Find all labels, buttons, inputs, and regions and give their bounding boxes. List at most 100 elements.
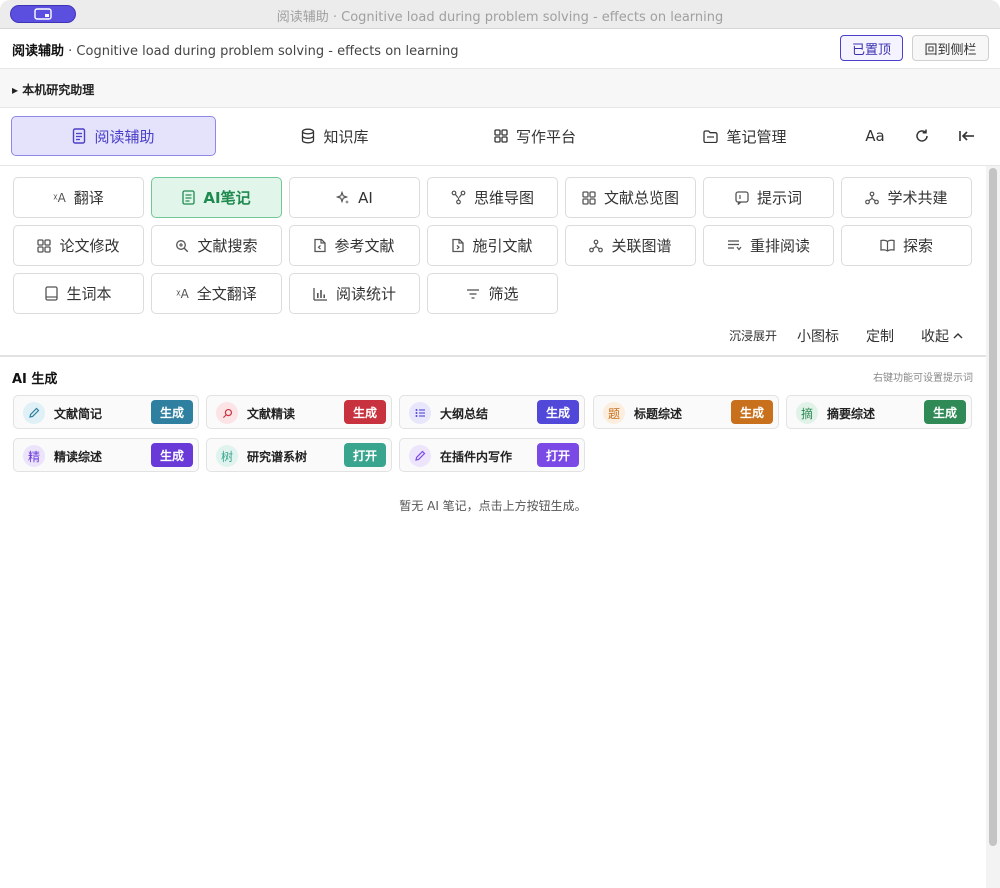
mindmap-icon — [451, 190, 466, 205]
feature-label: 翻译 — [73, 189, 104, 207]
refresh-button[interactable] — [908, 116, 936, 156]
feature-label: 思维导图 — [473, 189, 534, 207]
section-divider — [0, 355, 986, 357]
translate-icon: ᵡA — [53, 190, 66, 205]
note-icon — [182, 190, 196, 205]
vertical-scrollbar[interactable] — [986, 166, 1000, 888]
feature-mindmap[interactable]: 思维导图 — [427, 177, 558, 218]
open-button[interactable]: 打开 — [344, 443, 386, 467]
feature-paper-revise[interactable]: 论文修改 — [13, 225, 144, 266]
ai-card-close-reading[interactable]: 文献精读 生成 — [206, 395, 392, 429]
feature-literature-overview[interactable]: 文献总览图 — [565, 177, 696, 218]
tab-label: 阅读辅助 — [94, 127, 155, 146]
title-separator: · — [64, 44, 77, 59]
feature-label: AI — [358, 188, 373, 207]
back-to-sidebar-button[interactable]: 回到侧栏 — [912, 35, 989, 61]
generate-button[interactable]: 生成 — [151, 400, 193, 424]
translate-icon: ᵡA — [176, 286, 189, 301]
feature-label: 生词本 — [66, 285, 112, 303]
pinned-button[interactable]: 已置顶 — [840, 35, 903, 61]
feature-full-translate[interactable]: ᵡA 全文翻译 — [151, 273, 282, 314]
feature-label: 阅读统计 — [335, 285, 396, 303]
ai-card-label: 研究谱系树 — [247, 450, 308, 464]
feature-label: 关联图谱 — [611, 237, 672, 255]
pencil-icon — [23, 402, 45, 424]
abstract-icon: 摘 — [796, 402, 818, 424]
search-icon — [176, 239, 189, 252]
grid-icon — [582, 190, 596, 205]
feature-label: 学术共建 — [887, 189, 948, 207]
ai-card-outline-summary[interactable]: 大纲总结 生成 — [399, 395, 585, 429]
page-title: 阅读辅助 · Cognitive load during problem sol… — [12, 40, 459, 59]
outline-icon — [409, 402, 431, 424]
tab-reading-assist[interactable]: 阅读辅助 — [11, 116, 216, 156]
generate-button[interactable]: 生成 — [731, 400, 773, 424]
app-name: 阅读辅助 — [12, 44, 65, 59]
ai-card-research-tree[interactable]: 树 研究谱系树 打开 — [206, 438, 392, 472]
feature-prompts[interactable]: 提示词 — [703, 177, 834, 218]
ai-card-title-review[interactable]: 题 标题综述 生成 — [593, 395, 779, 429]
window-title-bar: 阅读辅助 · Cognitive load during problem sol… — [0, 0, 1000, 29]
ai-card-brief-notes[interactable]: 文献简记 生成 — [13, 395, 199, 429]
generate-button[interactable]: 生成 — [924, 400, 966, 424]
ai-section-title: AI 生成 — [12, 372, 58, 387]
ai-card-label: 摘要综述 — [827, 407, 876, 421]
feature-ai-notes[interactable]: AI笔记 — [151, 177, 282, 218]
small-icons-link[interactable]: 小图标 — [797, 326, 839, 346]
reorder-icon — [727, 240, 742, 251]
sparkle-icon — [336, 190, 350, 204]
tab-notes-management[interactable]: 笔记管理 — [645, 116, 845, 156]
feature-label: 探索 — [902, 237, 933, 255]
generate-button[interactable]: 生成 — [537, 400, 579, 424]
ai-card-write-in-plugin[interactable]: 在插件内写作 打开 — [399, 438, 585, 472]
arrow-to-left-icon — [959, 131, 974, 141]
grid-icon — [494, 129, 508, 143]
generate-button[interactable]: 生成 — [344, 400, 386, 424]
feature-relation-graph[interactable]: 关联图谱 — [565, 225, 696, 266]
window-title: 阅读辅助 · Cognitive load during problem sol… — [276, 10, 724, 25]
tab-knowledge-base[interactable]: 知识库 — [235, 116, 435, 156]
feature-reflow-reading[interactable]: 重排阅读 — [703, 225, 834, 266]
ai-card-label: 精读综述 — [54, 450, 103, 464]
feature-citing-literature[interactable]: 施引文献 — [427, 225, 558, 266]
feature-label: 筛选 — [488, 285, 519, 303]
feature-filter[interactable]: 筛选 — [427, 273, 558, 314]
immersive-expand-link[interactable]: 沉浸展开 — [729, 327, 777, 344]
tab-label: 笔记管理 — [726, 127, 787, 146]
feature-literature-search[interactable]: 文献搜索 — [151, 225, 282, 266]
local-assistant-toggle[interactable]: ▸ 本机研究助理 — [12, 81, 94, 98]
local-assistant-row[interactable]: ▸ 本机研究助理 — [0, 69, 1000, 108]
feature-label: 提示词 — [756, 189, 802, 207]
feature-label: 参考文献 — [334, 237, 395, 255]
network-icon — [589, 239, 604, 252]
open-button[interactable]: 打开 — [537, 443, 579, 467]
feature-ai[interactable]: AI — [289, 177, 420, 218]
generate-button[interactable]: 生成 — [151, 443, 193, 467]
ai-card-label: 文献简记 — [54, 407, 103, 421]
empty-notes-message: 暂无 AI 笔记，点击上方按钮生成。 — [399, 499, 587, 513]
document-icon — [73, 128, 86, 144]
feature-label: 文献总览图 — [603, 189, 679, 207]
bar-chart-icon — [313, 287, 327, 301]
tab-writing-platform[interactable]: 写作平台 — [435, 116, 635, 156]
feature-explore[interactable]: 探索 — [841, 225, 972, 266]
feature-translate[interactable]: ᵡA 翻译 — [13, 177, 144, 218]
feature-vocabulary[interactable]: 生词本 — [13, 273, 144, 314]
feature-academic-collab[interactable]: 学术共建 — [841, 177, 972, 218]
chevron-up-icon — [953, 333, 963, 339]
font-size-button[interactable]: Aa — [861, 116, 889, 156]
feature-reading-stats[interactable]: 阅读统计 — [289, 273, 420, 314]
collapse-left-button[interactable] — [953, 116, 981, 156]
collapse-link[interactable]: 收起 — [921, 326, 964, 346]
customize-link[interactable]: 定制 — [866, 326, 894, 346]
scrollbar-thumb[interactable] — [989, 168, 997, 846]
ai-section-hint: 右键功能可设置提示词 — [873, 373, 973, 384]
ai-card-label: 在插件内写作 — [440, 450, 513, 464]
ai-card-intensive-review[interactable]: 精 精读综述 生成 — [13, 438, 199, 472]
doc-title: Cognitive load during problem solving - … — [76, 44, 459, 59]
ai-card-abstract-review[interactable]: 摘 摘要综述 生成 — [786, 395, 972, 429]
title-icon: 题 — [603, 402, 625, 424]
feature-references[interactable]: 参考文献 — [289, 225, 420, 266]
file-icon — [314, 238, 327, 253]
search-icon — [216, 402, 238, 424]
